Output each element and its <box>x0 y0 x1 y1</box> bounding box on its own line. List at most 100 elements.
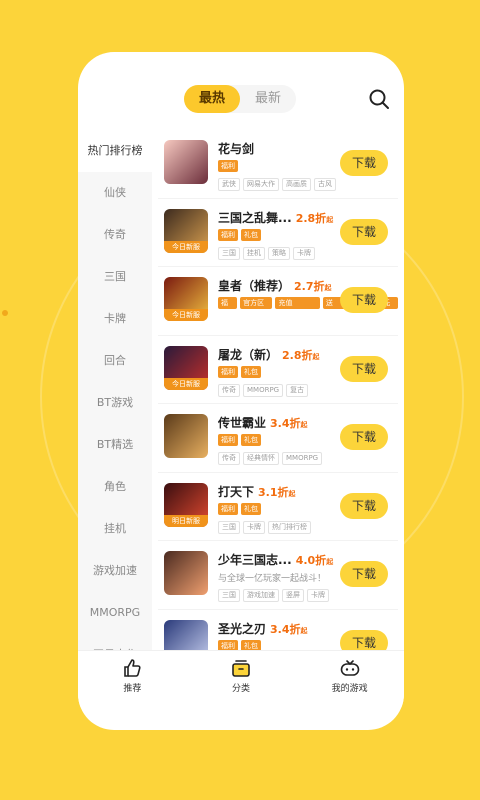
search-icon[interactable] <box>368 88 390 110</box>
sidebar-item[interactable]: 仙侠 <box>78 172 152 214</box>
benefit-tags: 福利 礼包 <box>218 502 261 515</box>
sidebar-item[interactable]: 传奇 <box>78 214 152 256</box>
discount-label: 3.4折起 <box>270 623 308 636</box>
download-button[interactable]: 下载 <box>340 492 388 519</box>
game-name: 屠龙（新） <box>218 347 279 362</box>
game-icon[interactable]: 今日新服 <box>164 345 208 390</box>
genre-tag: 三国 <box>218 589 240 602</box>
genre-tag: 网易大作 <box>243 178 279 191</box>
genre-tags: 三国 卡牌 热门排行榜 <box>218 520 311 534</box>
nav-recommend[interactable]: 推荐 <box>78 651 187 707</box>
server-badge: 今日新服 <box>164 240 208 253</box>
sidebar-item[interactable]: 网易大作 <box>78 634 152 650</box>
sidebar-item[interactable]: 角色 <box>78 466 152 508</box>
benefit-tag: 福利 <box>218 297 238 319</box>
game-icon[interactable]: 明日新服 <box>164 482 208 527</box>
category-sidebar: 热门排行榜仙侠传奇三国卡牌回合BT游戏BT精选角色挂机游戏加速MMORPG网易大… <box>78 130 152 650</box>
game-row[interactable]: 今日新服 三国之乱舞... 2.8折起 福利 礼包 三国 挂机 策略 卡牌 下载 <box>158 199 398 267</box>
genre-tags: 武侠 网易大作 高画质 古风 <box>218 178 336 191</box>
game-name: 皇者（推荐） <box>218 279 291 293</box>
download-button[interactable]: 下载 <box>340 355 388 382</box>
genre-tag: 策略 <box>268 246 290 260</box>
game-title: 皇者（推荐） 2.7折起 <box>218 277 332 294</box>
game-row[interactable]: 传世霸业 3.4折起 福利 礼包 传奇 经典情怀 MMORPG 下载 <box>158 404 398 473</box>
download-button[interactable]: 下载 <box>340 287 388 313</box>
benefit-tags: 福利 礼包 <box>218 365 261 378</box>
discount-label: 3.1折起 <box>258 486 296 499</box>
benefit-tag: 充值 1:1000 <box>275 297 320 319</box>
benefit-tags: 福利 礼包 <box>218 228 261 241</box>
benefit-tag: 礼包 <box>241 502 261 515</box>
sidebar-item[interactable]: 挂机 <box>78 508 152 550</box>
genre-tag: 卡牌 <box>307 589 329 602</box>
discount-value: 4.0折 <box>295 554 327 567</box>
benefit-tag: 福利 <box>218 160 238 172</box>
game-row[interactable]: 花与剑 福利 武侠 网易大作 高画质 古风 下载 <box>158 130 398 199</box>
game-icon[interactable]: 今日新服 <box>164 208 208 253</box>
download-button[interactable]: 下载 <box>340 629 388 650</box>
discount-value: 2.8折 <box>282 348 313 362</box>
nav-my-games[interactable]: 我的游戏 <box>295 651 404 707</box>
game-row[interactable]: 明日新服 打天下 3.1折起 福利 礼包 三国 卡牌 热门排行榜 下载 <box>158 473 398 541</box>
genre-tag: 传奇 <box>218 452 240 465</box>
game-description: 与全球一亿玩家一起战斗！ <box>218 574 327 584</box>
sidebar-item[interactable]: BT精选 <box>78 424 152 466</box>
genre-tag: 热门排行榜 <box>268 520 311 534</box>
benefit-tag: 福利 <box>218 639 238 650</box>
download-button[interactable]: 下载 <box>340 561 388 587</box>
game-row[interactable]: 今日新服皇者（推荐）2.7折起福利官方区服充值 1:1000送VIP15送4万8… <box>158 267 398 336</box>
sidebar-item[interactable]: BT游戏 <box>78 382 152 424</box>
genre-tag: 竖屏 <box>282 589 304 602</box>
benefit-tag: 礼包 <box>241 639 261 650</box>
game-row[interactable]: 少年三国志... 4.0折起 与全球一亿玩家一起战斗！ 三国 游戏加速 竖屏 卡牌 下载 <box>158 541 398 610</box>
sidebar-item[interactable]: 卡牌 <box>78 298 152 340</box>
discount-suffix: 起 <box>300 626 308 635</box>
server-badge: 明日新服 <box>164 514 208 527</box>
game-icon[interactable] <box>164 551 208 595</box>
sidebar-item[interactable]: 热门排行榜 <box>78 130 152 172</box>
tab-hottest[interactable]: 最热 <box>184 85 240 113</box>
gamepad-icon <box>340 660 359 676</box>
game-icon[interactable] <box>164 414 208 458</box>
download-button[interactable]: 下载 <box>340 218 388 245</box>
benefit-tag: 礼包 <box>241 434 261 446</box>
phone-screen: 最热 最新 热门排行榜 仙侠 传奇 三国 卡牌 回合 BT游戏 BT精选 角色 挂机 游戏加速 MMO… <box>78 52 404 730</box>
genre-tag: 三国 <box>218 520 240 534</box>
genre-tags: 传奇 经典情怀 MMORPG <box>218 452 323 465</box>
benefit-tag: 礼包 <box>241 228 261 241</box>
sidebar-item[interactable]: 回合 <box>78 340 152 382</box>
download-button[interactable]: 下载 <box>340 150 388 176</box>
game-icon[interactable]: 今日新服 <box>164 619 208 650</box>
game-icon[interactable]: 今日新服 <box>164 277 208 321</box>
nav-category[interactable]: 分类 <box>187 651 296 707</box>
game-name: 三国之乱舞... <box>218 210 292 225</box>
sidebar-item[interactable]: MMORPG <box>78 592 152 634</box>
benefit-tag: 官方区服 <box>240 297 273 319</box>
nav-category-label: 分类 <box>232 684 251 694</box>
genre-tag: 游戏加速 <box>243 589 279 602</box>
thumbs-up-icon <box>124 659 141 677</box>
sidebar-item[interactable]: 三国 <box>78 256 152 298</box>
game-row[interactable]: 今日新服圣光之刃3.4折起福利礼包魔幻MMORPG定鲜下载 <box>158 610 398 650</box>
genre-tag: MMORPG <box>243 383 284 397</box>
game-title: 屠龙（新） 2.8折起 <box>218 346 320 363</box>
game-row[interactable]: 今日新服 屠龙（新） 2.8折起 福利 礼包 传奇 MMORPG 复古 下载 <box>158 336 398 404</box>
game-name: 打天下 <box>218 484 255 499</box>
sort-tabs: 最热 最新 <box>184 85 296 113</box>
benefit-tag: 福利 <box>218 434 238 446</box>
genre-tag: MMORPG <box>282 452 323 465</box>
sidebar-item[interactable]: 游戏加速 <box>78 550 152 592</box>
genre-tag: 卡牌 <box>243 520 265 534</box>
tab-newest[interactable]: 最新 <box>240 85 296 113</box>
discount-suffix: 起 <box>288 489 296 498</box>
genre-tags: 三国 游戏加速 竖屏 卡牌 <box>218 589 329 602</box>
game-icon[interactable] <box>164 140 208 184</box>
genre-tag: 挂机 <box>243 246 265 260</box>
benefit-tags: 福利 礼包 <box>218 434 261 446</box>
discount-suffix: 起 <box>324 284 332 292</box>
bottom-nav: 推荐 分类 我的游戏 <box>78 650 404 707</box>
download-button[interactable]: 下载 <box>340 424 388 450</box>
discount-value: 3.4折 <box>270 622 301 636</box>
benefit-tag: 福利 <box>218 502 238 515</box>
genre-tag: 高画质 <box>282 178 311 191</box>
